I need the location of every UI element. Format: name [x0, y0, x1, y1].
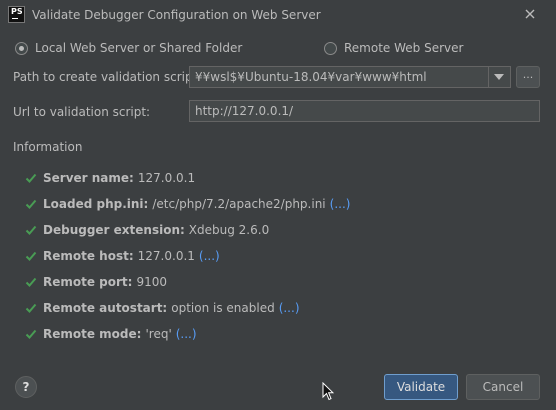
info-remote-host: Remote host: 127.0.0.1 (...)	[25, 248, 220, 264]
radio-button-checked[interactable]	[15, 41, 28, 55]
path-label: Path to create validation script:	[13, 70, 202, 84]
info-remote-mode: Remote mode: 'req' (...)	[25, 326, 197, 342]
radio-local-server[interactable]: Local Web Server or Shared Folder	[15, 40, 242, 56]
info-value: option is enabled	[171, 301, 275, 315]
url-label: Url to validation script:	[13, 105, 151, 119]
info-label: Remote mode:	[43, 327, 142, 341]
details-link[interactable]: (...)	[279, 301, 300, 315]
validate-button[interactable]: Validate	[384, 374, 458, 400]
info-server-name: Server name: 127.0.0.1	[25, 170, 195, 186]
phpstorm-logo-icon: PS	[8, 6, 25, 23]
details-link[interactable]: (...)	[176, 327, 197, 341]
mouse-pointer-icon	[322, 382, 334, 401]
check-icon	[25, 329, 37, 339]
check-icon	[25, 251, 37, 261]
info-label: Remote host:	[43, 249, 134, 263]
info-label: Remote port:	[43, 275, 133, 289]
info-label: Remote autostart:	[43, 301, 168, 315]
url-value[interactable]: http://127.0.0.1/	[195, 104, 293, 118]
check-icon	[25, 225, 37, 235]
details-link[interactable]: (...)	[330, 197, 351, 211]
info-loaded-php-ini: Loaded php.ini: /etc/php/7.2/apache2/php…	[25, 196, 350, 212]
radio-remote-label: Remote Web Server	[344, 41, 464, 55]
cancel-button[interactable]: Cancel	[466, 374, 540, 400]
url-input[interactable]: http://127.0.0.1/	[189, 100, 540, 122]
radio-local-label: Local Web Server or Shared Folder	[35, 41, 243, 55]
browse-button[interactable]: ...	[516, 66, 540, 88]
info-value: 127.0.0.1	[137, 249, 195, 263]
info-value: 'req'	[145, 327, 172, 341]
info-label: Server name:	[43, 171, 134, 185]
info-value: Xdebug 2.6.0	[188, 223, 270, 237]
info-value: /etc/php/7.2/apache2/php.ini	[152, 197, 326, 211]
check-icon	[25, 199, 37, 209]
radio-button-unchecked[interactable]	[324, 41, 337, 55]
info-label: Loaded php.ini:	[43, 197, 149, 211]
dropdown-arrow-icon[interactable]	[488, 67, 510, 87]
app-badge-text: PS	[11, 7, 23, 16]
radio-remote-server[interactable]: Remote Web Server	[324, 40, 463, 56]
info-debugger-extension: Debugger extension: Xdebug 2.6.0	[25, 222, 269, 238]
help-button[interactable]: ?	[15, 376, 37, 398]
details-link[interactable]: (...)	[199, 249, 220, 263]
info-label: Debugger extension:	[43, 223, 185, 237]
info-value: 9100	[136, 275, 168, 289]
info-value: 127.0.0.1	[137, 171, 196, 185]
path-combobox[interactable]: ¥¥wsl$¥Ubuntu-18.04¥var¥www¥html	[189, 66, 511, 88]
check-icon	[25, 173, 37, 183]
close-icon[interactable]	[522, 6, 538, 22]
path-value[interactable]: ¥¥wsl$¥Ubuntu-18.04¥var¥www¥html	[195, 70, 427, 84]
info-remote-port: Remote port: 9100	[25, 274, 167, 290]
check-icon	[25, 277, 37, 287]
info-remote-autostart: Remote autostart: option is enabled (...…	[25, 300, 300, 316]
window-title: Validate Debugger Configuration on Web S…	[32, 8, 321, 22]
check-icon	[25, 303, 37, 313]
title-bar: PS Validate Debugger Configuration on We…	[0, 0, 556, 32]
information-heading: Information	[13, 140, 83, 154]
